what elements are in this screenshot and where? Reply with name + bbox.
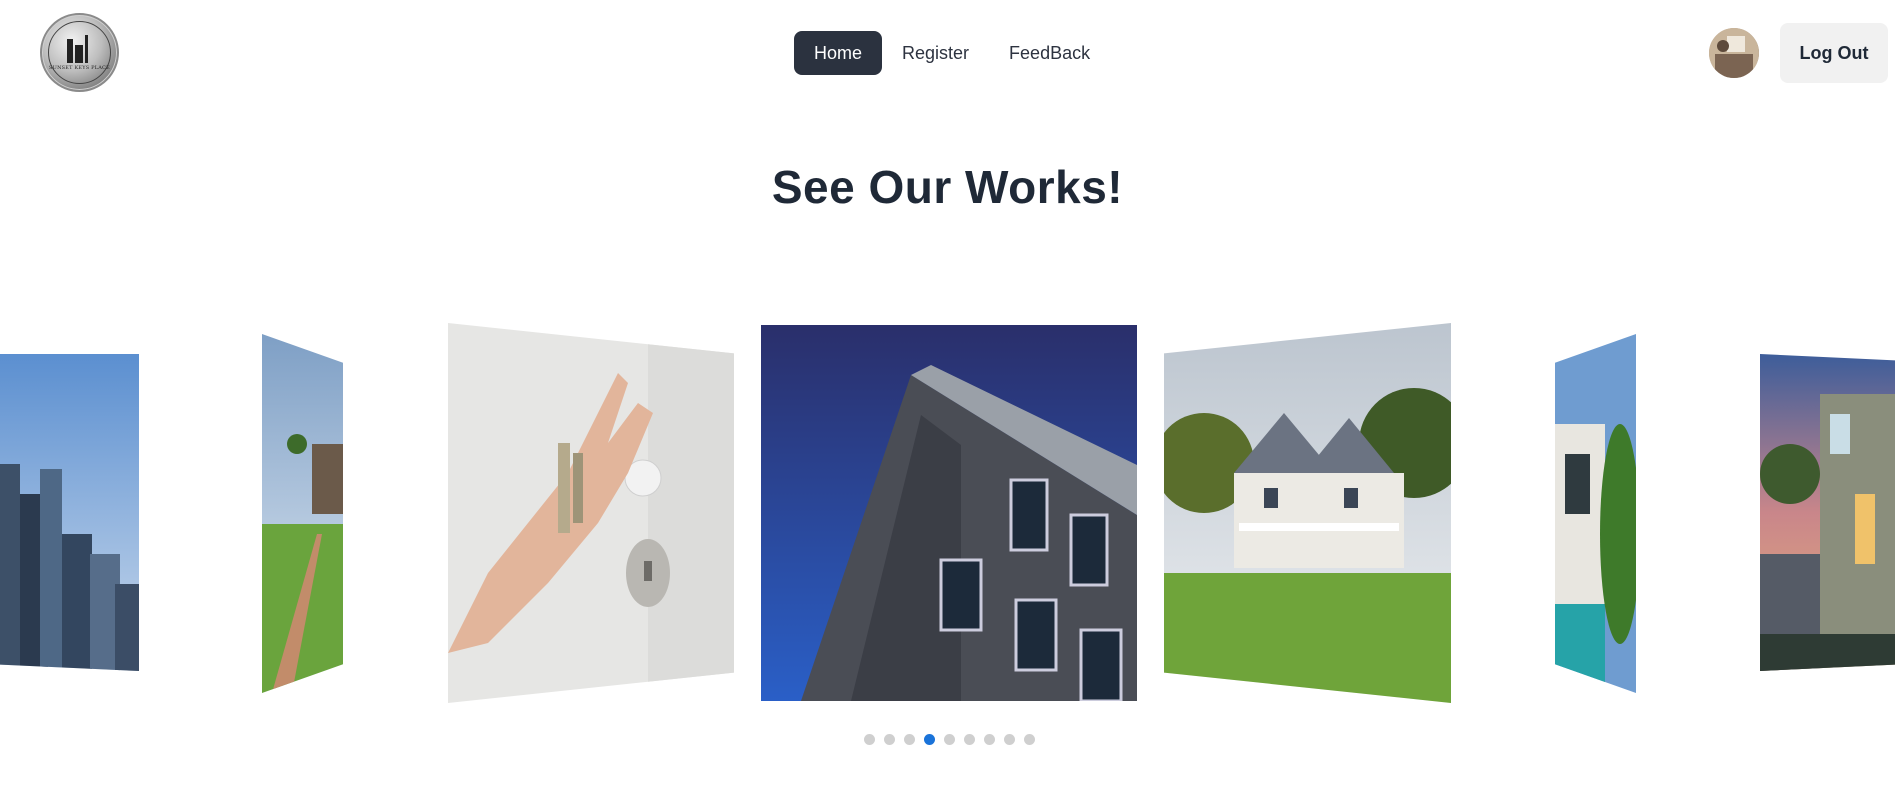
carousel-dot-7[interactable] (984, 734, 995, 745)
nav-home[interactable]: Home (794, 31, 883, 75)
modern-brick-building-image (761, 325, 1137, 701)
nav-register[interactable]: Register (882, 31, 989, 75)
carousel-slide-suburban-street[interactable] (262, 334, 343, 693)
main-nav: Home Register FeedBack (794, 31, 1110, 75)
white-farmhouse-image (1164, 323, 1451, 703)
carousel-pagination (0, 734, 1895, 745)
logo-building-icon (67, 39, 73, 63)
modern-house-with-pool-image (1555, 334, 1636, 693)
carousel-dot-5[interactable] (944, 734, 955, 745)
hand-with-keys-image (448, 323, 734, 703)
user-avatar[interactable] (1709, 28, 1759, 78)
carousel-dot-1[interactable] (864, 734, 875, 745)
carousel-slide-city-towers[interactable] (0, 354, 139, 671)
carousel-slide-modern-brick-building[interactable] (761, 325, 1137, 701)
carousel-dot-3[interactable] (904, 734, 915, 745)
suburban-street-image (262, 334, 343, 693)
carousel-dot-6[interactable] (964, 734, 975, 745)
logo-palm-icon (85, 35, 88, 63)
avatar-photo-icon (1709, 28, 1759, 78)
logout-button[interactable]: Log Out (1780, 23, 1888, 83)
townhouses-at-dusk-image (1760, 354, 1895, 671)
carousel-slide-modern-house-with-pool[interactable] (1555, 334, 1636, 693)
carousel-dot-9[interactable] (1024, 734, 1035, 745)
carousel-slide-hand-with-keys[interactable] (448, 323, 734, 703)
city-towers-image (0, 354, 139, 671)
logo-building-icon (75, 45, 83, 63)
carousel-dot-8[interactable] (1004, 734, 1015, 745)
carousel-slide-townhouses-at-dusk[interactable] (1760, 354, 1895, 671)
nav-feedback[interactable]: FeedBack (989, 31, 1110, 75)
carousel-dot-4[interactable] (924, 734, 935, 745)
carousel-slide-white-farmhouse[interactable] (1164, 323, 1451, 703)
logo-text: SUNSET KEYS PLACE (49, 65, 110, 71)
carousel-dot-2[interactable] (884, 734, 895, 745)
site-logo[interactable]: SUNSET KEYS PLACE (40, 13, 119, 92)
page-title: See Our Works! (771, 161, 1124, 213)
